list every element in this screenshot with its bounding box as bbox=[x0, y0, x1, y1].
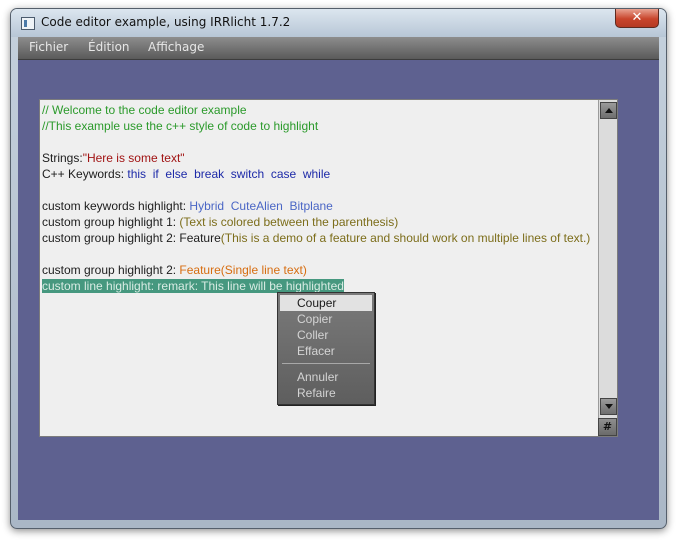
code-line-strings: Strings:"Here is some text" bbox=[42, 150, 597, 166]
context-menu-item-annuler[interactable]: Annuler bbox=[280, 369, 372, 385]
code-text-area[interactable]: // Welcome to the code editor example //… bbox=[42, 102, 597, 294]
group-2-label: custom group highlight 2: Feature bbox=[42, 231, 221, 245]
keyword: if bbox=[152, 167, 159, 181]
keyword: else bbox=[165, 167, 188, 181]
highlighted-line: custom line highlight: remark: This line… bbox=[42, 279, 344, 293]
code-line-custom-keywords: custom keywords highlight: Hybrid CuteAl… bbox=[42, 198, 597, 214]
group-1-label: custom group highlight 1: bbox=[42, 215, 180, 229]
custom-keyword: Bitplane bbox=[289, 199, 333, 213]
code-line-1: // Welcome to the code editor example bbox=[42, 103, 247, 117]
menu-affichage[interactable]: Affichage bbox=[148, 40, 204, 54]
context-menu-separator bbox=[282, 363, 370, 364]
context-menu-item-effacer[interactable]: Effacer bbox=[280, 343, 372, 359]
group-2-single-label: custom group highlight 2: bbox=[42, 263, 180, 277]
group-2-text: (This is a demo of a feature and should … bbox=[220, 231, 591, 245]
code-line-2: //This example use the c++ style of code… bbox=[42, 119, 319, 133]
keyword: break bbox=[194, 167, 225, 181]
context-menu: Couper Copier Coller Effacer Annuler Ref… bbox=[277, 292, 375, 405]
keyword: this bbox=[127, 167, 147, 181]
app-window: Code editor example, using IRRlicht 1.7.… bbox=[10, 8, 667, 529]
context-menu-item-coller[interactable]: Coller bbox=[280, 327, 372, 343]
context-menu-item-refaire[interactable]: Refaire bbox=[280, 385, 372, 401]
keywords-label: C++ Keywords: bbox=[42, 167, 128, 181]
close-icon[interactable]: ✕ bbox=[615, 9, 659, 28]
code-line-group-2-single: custom group highlight 2: Feature(Single… bbox=[42, 262, 597, 278]
menu-edition[interactable]: Édition bbox=[88, 40, 130, 54]
string-literal: "Here is some text" bbox=[82, 151, 185, 165]
custom-keyword: Hybrid bbox=[189, 199, 225, 213]
scroll-up-icon[interactable] bbox=[600, 102, 617, 119]
code-line-group-2: custom group highlight 2: Feature(This i… bbox=[42, 230, 597, 262]
custom-keywords-label: custom keywords highlight: bbox=[42, 199, 190, 213]
window-title: Code editor example, using IRRlicht 1.7.… bbox=[41, 15, 291, 29]
title-bar[interactable]: Code editor example, using IRRlicht 1.7.… bbox=[11, 9, 666, 37]
client-area: Fichier Édition Affichage // Welcome to … bbox=[18, 37, 659, 520]
app-window-icon[interactable] bbox=[21, 17, 35, 30]
context-menu-item-copier[interactable]: Copier bbox=[280, 311, 372, 327]
scroll-down-icon[interactable] bbox=[600, 398, 617, 415]
menu-fichier[interactable]: Fichier bbox=[29, 40, 68, 54]
vertical-scrollbar[interactable] bbox=[598, 100, 617, 436]
custom-keyword: CuteAlien bbox=[230, 199, 283, 213]
keyword: switch bbox=[230, 167, 265, 181]
code-line-keywords: C++ Keywords: this if else break switch … bbox=[42, 166, 597, 182]
menu-bar: Fichier Édition Affichage bbox=[18, 37, 659, 60]
strings-label: Strings: bbox=[42, 151, 83, 165]
keyword: while bbox=[302, 167, 331, 181]
group-1-text: (Text is colored between the parenthesis… bbox=[179, 215, 399, 229]
corner-button[interactable]: # bbox=[598, 418, 617, 436]
keyword: case bbox=[270, 167, 297, 181]
feature-text: Feature(Single line text) bbox=[179, 263, 307, 277]
context-menu-item-couper[interactable]: Couper bbox=[280, 295, 372, 311]
code-line-group-1: custom group highlight 1: (Text is color… bbox=[42, 214, 597, 230]
